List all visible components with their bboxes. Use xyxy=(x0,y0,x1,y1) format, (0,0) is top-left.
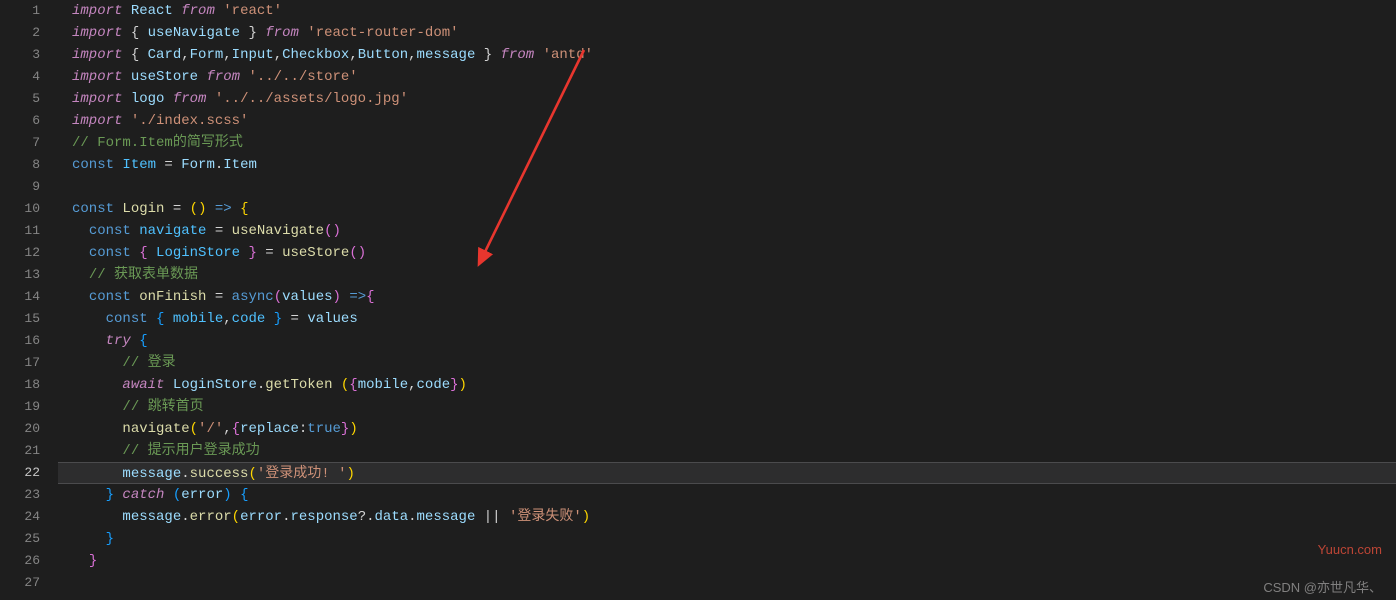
code-line[interactable]: await LoginStore.getToken ({mobile,code}… xyxy=(72,374,1396,396)
line-number: 25 xyxy=(0,528,40,550)
line-number: 23 xyxy=(0,484,40,506)
code-line[interactable]: } xyxy=(72,550,1396,572)
line-number: 20 xyxy=(0,418,40,440)
line-number: 26 xyxy=(0,550,40,572)
code-line[interactable]: // 跳转首页 xyxy=(72,396,1396,418)
line-number: 21 xyxy=(0,440,40,462)
code-line[interactable]: const navigate = useNavigate() xyxy=(72,220,1396,242)
line-number: 13 xyxy=(0,264,40,286)
code-line[interactable]: import './index.scss' xyxy=(72,110,1396,132)
code-line[interactable]: message.success('登录成功! ') xyxy=(58,462,1396,484)
code-line[interactable] xyxy=(72,176,1396,198)
code-line[interactable]: import useStore from '../../store' xyxy=(72,66,1396,88)
code-line[interactable]: // 获取表单数据 xyxy=(72,264,1396,286)
code-area[interactable]: import React from 'react'import { useNav… xyxy=(58,0,1396,600)
code-line[interactable] xyxy=(72,572,1396,594)
line-number-gutter: 1234567891011121314151617181920212223242… xyxy=(0,0,58,600)
code-line[interactable]: import logo from '../../assets/logo.jpg' xyxy=(72,88,1396,110)
line-number: 18 xyxy=(0,374,40,396)
code-line[interactable]: navigate('/',{replace:true}) xyxy=(72,418,1396,440)
code-line[interactable]: } catch (error) { xyxy=(72,484,1396,506)
line-number: 9 xyxy=(0,176,40,198)
line-number: 7 xyxy=(0,132,40,154)
line-number: 19 xyxy=(0,396,40,418)
line-number: 1 xyxy=(0,0,40,22)
code-line[interactable]: const { mobile,code } = values xyxy=(72,308,1396,330)
line-number: 14 xyxy=(0,286,40,308)
line-number: 2 xyxy=(0,22,40,44)
line-number: 22 xyxy=(0,462,40,484)
code-line[interactable]: // 登录 xyxy=(72,352,1396,374)
code-line[interactable]: try { xyxy=(72,330,1396,352)
line-number: 12 xyxy=(0,242,40,264)
line-number: 8 xyxy=(0,154,40,176)
line-number: 10 xyxy=(0,198,40,220)
line-number: 5 xyxy=(0,88,40,110)
code-line[interactable]: message.error(error.response?.data.messa… xyxy=(72,506,1396,528)
line-number: 6 xyxy=(0,110,40,132)
code-line[interactable]: const { LoginStore } = useStore() xyxy=(72,242,1396,264)
watermark-author: CSDN @亦世凡华、 xyxy=(1263,577,1382,596)
code-line[interactable]: import React from 'react' xyxy=(72,0,1396,22)
code-line[interactable]: import { Card,Form,Input,Checkbox,Button… xyxy=(72,44,1396,66)
code-line[interactable]: const Login = () => { xyxy=(72,198,1396,220)
code-editor[interactable]: 1234567891011121314151617181920212223242… xyxy=(0,0,1396,600)
line-number: 15 xyxy=(0,308,40,330)
code-line[interactable]: } xyxy=(72,528,1396,550)
line-number: 17 xyxy=(0,352,40,374)
code-line[interactable]: const onFinish = async(values) =>{ xyxy=(72,286,1396,308)
code-line[interactable]: const Item = Form.Item xyxy=(72,154,1396,176)
code-line[interactable]: // 提示用户登录成功 xyxy=(72,440,1396,462)
code-line[interactable]: // Form.Item的简写形式 xyxy=(72,132,1396,154)
line-number: 4 xyxy=(0,66,40,88)
line-number: 3 xyxy=(0,44,40,66)
code-line[interactable]: import { useNavigate } from 'react-route… xyxy=(72,22,1396,44)
line-number: 11 xyxy=(0,220,40,242)
line-number: 27 xyxy=(0,572,40,594)
line-number: 16 xyxy=(0,330,40,352)
watermark-site: Yuucn.com xyxy=(1318,542,1382,557)
line-number: 24 xyxy=(0,506,40,528)
